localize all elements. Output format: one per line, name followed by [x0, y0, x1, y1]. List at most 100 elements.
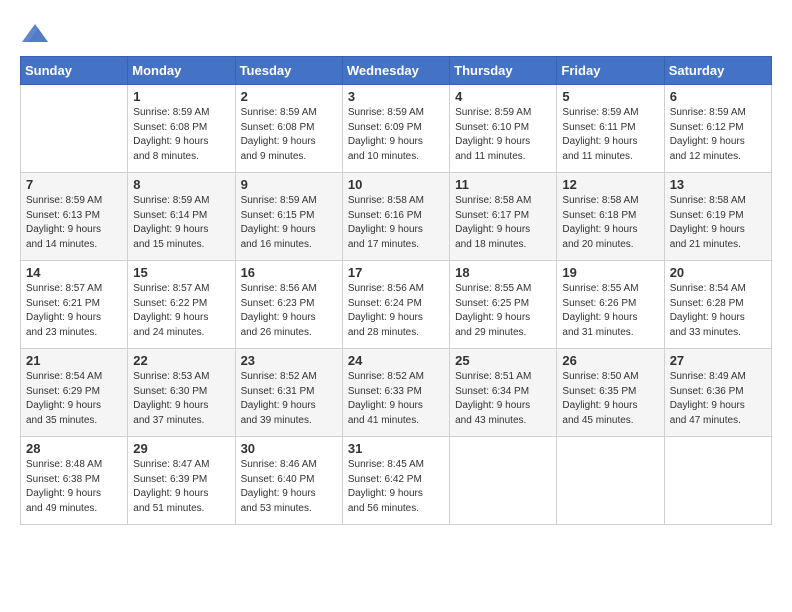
- calendar-week-row: 7 Sunrise: 8:59 AMSunset: 6:13 PMDaylight…: [21, 173, 772, 261]
- day-number: 2: [241, 89, 337, 104]
- cell-info: Sunrise: 8:57 AMSunset: 6:22 PMDaylight:…: [133, 282, 229, 340]
- calendar-cell: 20 Sunrise: 8:54 AMSunset: 6:28 PMDayligh…: [664, 261, 771, 349]
- calendar-cell: 9Sunrise: 8:59 AMSunset: 6:15 PMDaylight…: [235, 173, 342, 261]
- day-number: 25: [455, 353, 551, 368]
- day-number: 21: [26, 353, 122, 368]
- cell-info: Sunrise: 8:49 AMSunset: 6:36 PMDaylight:…: [670, 370, 766, 428]
- calendar-cell: 14 Sunrise: 8:57 AMSunset: 6:21 PMDayligh…: [21, 261, 128, 349]
- cell-info: Sunrise: 8:55 AMSunset: 6:25 PMDaylight:…: [455, 282, 551, 340]
- calendar-cell: [21, 85, 128, 173]
- day-number: 27: [670, 353, 766, 368]
- day-number: 12: [562, 177, 658, 192]
- calendar-cell: 23 Sunrise: 8:52 AMSunset: 6:31 PMDayligh…: [235, 349, 342, 437]
- day-number: 7: [26, 177, 122, 192]
- calendar-cell: 18Sunrise: 8:55 AMSunset: 6:25 PMDayligh…: [450, 261, 557, 349]
- cell-info: Sunrise: 8:56 AMSunset: 6:23 PMDaylight:…: [241, 282, 337, 340]
- day-number: 28: [26, 441, 122, 456]
- cell-info: Sunrise: 8:59 AMSunset: 6:11 PMDaylight:…: [562, 106, 658, 164]
- header-row: SundayMondayTuesdayWednesdayThursdayFrid…: [21, 57, 772, 85]
- day-number: 23: [241, 353, 337, 368]
- weekday-header: Thursday: [450, 57, 557, 85]
- calendar-cell: 17 Sunrise: 8:56 AMSunset: 6:24 PMDayligh…: [342, 261, 449, 349]
- cell-info: Sunrise: 8:58 AMSunset: 6:17 PMDaylight:…: [455, 194, 551, 252]
- cell-info: Sunrise: 8:51 AMSunset: 6:34 PMDaylight:…: [455, 370, 551, 428]
- weekday-header: Wednesday: [342, 57, 449, 85]
- day-number: 11: [455, 177, 551, 192]
- day-number: 14: [26, 265, 122, 280]
- calendar-cell: 3 Sunrise: 8:59 AMSunset: 6:09 PMDaylight…: [342, 85, 449, 173]
- calendar-cell: 13 Sunrise: 8:58 AMSunset: 6:19 PMDayligh…: [664, 173, 771, 261]
- logo: [20, 18, 54, 48]
- calendar-cell: 24Sunrise: 8:52 AMSunset: 6:33 PMDayligh…: [342, 349, 449, 437]
- calendar-cell: 27 Sunrise: 8:49 AMSunset: 6:36 PMDayligh…: [664, 349, 771, 437]
- cell-info: Sunrise: 8:47 AMSunset: 6:39 PMDaylight:…: [133, 458, 229, 516]
- calendar-cell: 11 Sunrise: 8:58 AMSunset: 6:17 PMDayligh…: [450, 173, 557, 261]
- calendar-cell: 16Sunrise: 8:56 AMSunset: 6:23 PMDayligh…: [235, 261, 342, 349]
- calendar-cell: 29 Sunrise: 8:47 AMSunset: 6:39 PMDayligh…: [128, 437, 235, 525]
- cell-info: Sunrise: 8:54 AMSunset: 6:28 PMDaylight:…: [670, 282, 766, 340]
- calendar-cell: 10Sunrise: 8:58 AMSunset: 6:16 PMDayligh…: [342, 173, 449, 261]
- day-number: 4: [455, 89, 551, 104]
- calendar-cell: 8Sunrise: 8:59 AMSunset: 6:14 PMDaylight…: [128, 173, 235, 261]
- calendar-cell: 15 Sunrise: 8:57 AMSunset: 6:22 PMDayligh…: [128, 261, 235, 349]
- day-number: 19: [562, 265, 658, 280]
- day-number: 6: [670, 89, 766, 104]
- day-number: 24: [348, 353, 444, 368]
- day-number: 8: [133, 177, 229, 192]
- calendar-cell: 31 Sunrise: 8:45 AMSunset: 6:42 PMDayligh…: [342, 437, 449, 525]
- day-number: 31: [348, 441, 444, 456]
- calendar-cell: 12 Sunrise: 8:58 AMSunset: 6:18 PMDayligh…: [557, 173, 664, 261]
- calendar-cell: 21 Sunrise: 8:54 AMSunset: 6:29 PMDayligh…: [21, 349, 128, 437]
- cell-info: Sunrise: 8:55 AMSunset: 6:26 PMDaylight:…: [562, 282, 658, 340]
- calendar-cell: 28Sunrise: 8:48 AMSunset: 6:38 PMDayligh…: [21, 437, 128, 525]
- weekday-header: Sunday: [21, 57, 128, 85]
- cell-info: Sunrise: 8:45 AMSunset: 6:42 PMDaylight:…: [348, 458, 444, 516]
- cell-info: Sunrise: 8:59 AMSunset: 6:12 PMDaylight:…: [670, 106, 766, 164]
- cell-info: Sunrise: 8:59 AMSunset: 6:09 PMDaylight:…: [348, 106, 444, 164]
- day-number: 1: [133, 89, 229, 104]
- calendar-page: SundayMondayTuesdayWednesdayThursdayFrid…: [0, 0, 792, 612]
- cell-info: Sunrise: 8:59 AMSunset: 6:13 PMDaylight:…: [26, 194, 122, 252]
- header: [20, 18, 772, 48]
- calendar-cell: 25 Sunrise: 8:51 AMSunset: 6:34 PMDayligh…: [450, 349, 557, 437]
- calendar-cell: [557, 437, 664, 525]
- calendar-week-row: 1 Sunrise: 8:59 AMSunset: 6:08 PMDaylight…: [21, 85, 772, 173]
- cell-info: Sunrise: 8:56 AMSunset: 6:24 PMDaylight:…: [348, 282, 444, 340]
- day-number: 3: [348, 89, 444, 104]
- calendar-week-row: 14 Sunrise: 8:57 AMSunset: 6:21 PMDayligh…: [21, 261, 772, 349]
- cell-info: Sunrise: 8:59 AMSunset: 6:08 PMDaylight:…: [241, 106, 337, 164]
- calendar-cell: 2 Sunrise: 8:59 AMSunset: 6:08 PMDaylight…: [235, 85, 342, 173]
- day-number: 15: [133, 265, 229, 280]
- cell-info: Sunrise: 8:58 AMSunset: 6:18 PMDaylight:…: [562, 194, 658, 252]
- weekday-header: Monday: [128, 57, 235, 85]
- calendar-cell: 4Sunrise: 8:59 AMSunset: 6:10 PMDaylight…: [450, 85, 557, 173]
- calendar-cell: 19 Sunrise: 8:55 AMSunset: 6:26 PMDayligh…: [557, 261, 664, 349]
- calendar-cell: 26 Sunrise: 8:50 AMSunset: 6:35 PMDayligh…: [557, 349, 664, 437]
- day-number: 26: [562, 353, 658, 368]
- day-number: 20: [670, 265, 766, 280]
- calendar-week-row: 28Sunrise: 8:48 AMSunset: 6:38 PMDayligh…: [21, 437, 772, 525]
- cell-info: Sunrise: 8:50 AMSunset: 6:35 PMDaylight:…: [562, 370, 658, 428]
- cell-info: Sunrise: 8:54 AMSunset: 6:29 PMDaylight:…: [26, 370, 122, 428]
- day-number: 13: [670, 177, 766, 192]
- day-number: 22: [133, 353, 229, 368]
- calendar-cell: 7 Sunrise: 8:59 AMSunset: 6:13 PMDaylight…: [21, 173, 128, 261]
- weekday-header: Friday: [557, 57, 664, 85]
- cell-info: Sunrise: 8:52 AMSunset: 6:31 PMDaylight:…: [241, 370, 337, 428]
- cell-info: Sunrise: 8:59 AMSunset: 6:08 PMDaylight:…: [133, 106, 229, 164]
- cell-info: Sunrise: 8:57 AMSunset: 6:21 PMDaylight:…: [26, 282, 122, 340]
- calendar-week-row: 21 Sunrise: 8:54 AMSunset: 6:29 PMDayligh…: [21, 349, 772, 437]
- cell-info: Sunrise: 8:58 AMSunset: 6:19 PMDaylight:…: [670, 194, 766, 252]
- logo-icon: [20, 18, 50, 48]
- calendar-table: SundayMondayTuesdayWednesdayThursdayFrid…: [20, 56, 772, 525]
- day-number: 17: [348, 265, 444, 280]
- calendar-cell: [450, 437, 557, 525]
- calendar-cell: 30Sunrise: 8:46 AMSunset: 6:40 PMDayligh…: [235, 437, 342, 525]
- weekday-header: Tuesday: [235, 57, 342, 85]
- day-number: 10: [348, 177, 444, 192]
- day-number: 30: [241, 441, 337, 456]
- day-number: 5: [562, 89, 658, 104]
- day-number: 9: [241, 177, 337, 192]
- day-number: 29: [133, 441, 229, 456]
- calendar-cell: 1 Sunrise: 8:59 AMSunset: 6:08 PMDaylight…: [128, 85, 235, 173]
